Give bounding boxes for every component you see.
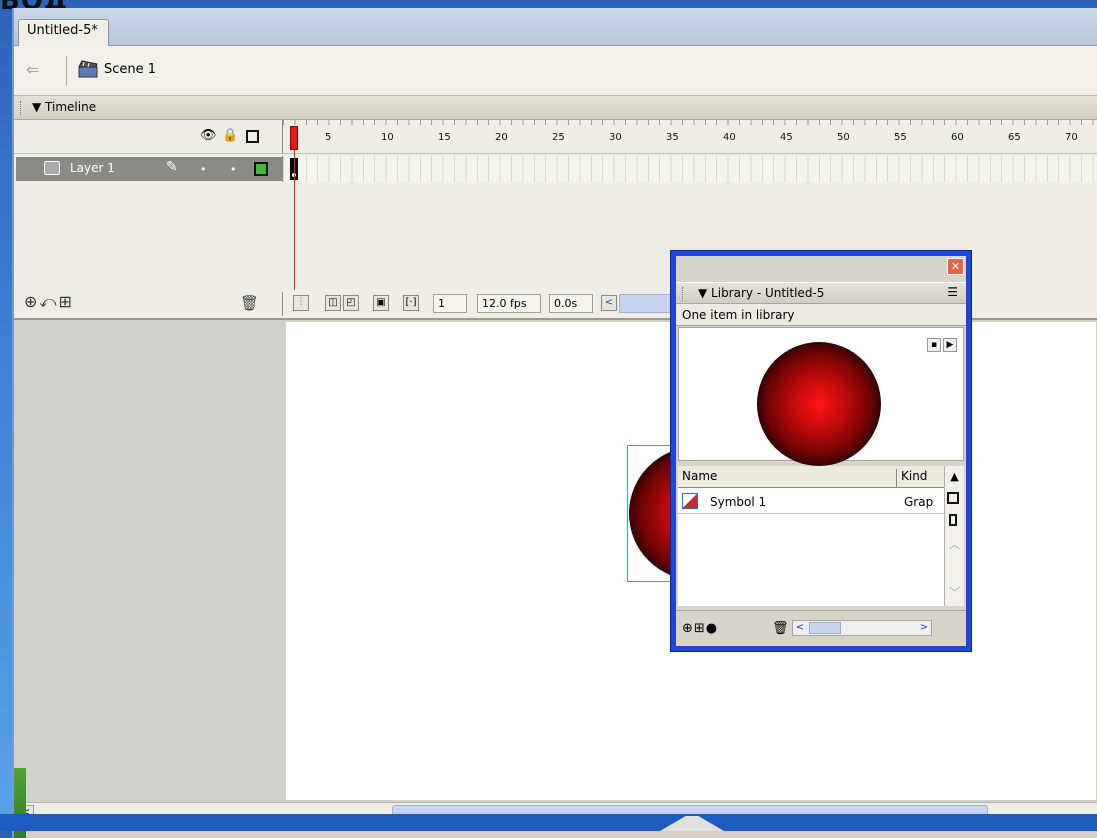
tick-label: 30 <box>609 132 622 143</box>
narrow-state-icon[interactable] <box>949 514 957 526</box>
library-hscroll-thumb[interactable] <box>809 622 841 634</box>
edit-multiple-frames-icon[interactable]: ▣ <box>373 295 389 311</box>
graphic-symbol-icon <box>682 493 698 509</box>
document-tab[interactable]: Untitled-5* <box>18 19 109 47</box>
timeline-panel-header[interactable]: ▼ Timeline <box>14 96 1097 120</box>
library-hscrollbar[interactable]: < > <box>792 620 932 636</box>
library-footer: ⊕⊞● 🗑 < > <box>676 610 966 646</box>
scroll-left-icon[interactable]: < <box>793 621 807 635</box>
visibility-dot[interactable]: • <box>200 163 207 176</box>
tick-label: 45 <box>780 132 793 143</box>
library-item-count: One item in library <box>676 304 966 326</box>
scroll-right-icon[interactable]: > <box>917 621 931 635</box>
tick-label: 65 <box>1008 132 1021 143</box>
frame-rate-field[interactable]: 12.0 fps <box>477 294 541 313</box>
lock-icon[interactable]: 🔒 <box>222 128 238 144</box>
tick-label: 5 <box>325 132 332 143</box>
library-preview: ▪ ▶ <box>678 327 964 466</box>
library-column-header: Name Kind <box>678 466 964 488</box>
modify-onion-markers-icon[interactable]: [·] <box>403 295 419 311</box>
document-tab-bar: Untitled-5* <box>14 8 1097 47</box>
taskbar-strip <box>0 814 1097 831</box>
library-title[interactable]: ▼ Library - Untitled-5 <box>698 286 824 300</box>
list-item[interactable]: Symbol 1 Grap <box>678 490 944 514</box>
column-name[interactable]: Name <box>682 469 717 483</box>
playhead-line <box>294 150 295 290</box>
library-title-label: Library - Untitled-5 <box>711 286 825 300</box>
delete-icon[interactable]: 🗑 <box>772 621 789 636</box>
frame-cells[interactable] <box>282 156 1097 182</box>
layer-name[interactable]: Layer 1 <box>70 161 115 175</box>
tick-label: 10 <box>381 132 394 143</box>
stop-icon[interactable]: ▪ <box>927 338 941 352</box>
close-icon[interactable]: ✕ <box>947 258 964 275</box>
timeline-title[interactable]: ▼ Timeline <box>32 100 96 114</box>
tick-label: 50 <box>837 132 850 143</box>
tick-label: 70 <box>1065 132 1078 143</box>
delete-layer-icon[interactable]: 🗑 <box>240 294 259 312</box>
elapsed-time-field: 0.0s <box>549 294 593 313</box>
timeline-title-label: Timeline <box>45 100 97 114</box>
library-vscrollbar[interactable]: ▲ ︿ ﹀ <box>944 466 964 606</box>
scene-name[interactable]: Scene 1 <box>104 62 156 77</box>
library-panel: ✕ ▼ Library - Untitled-5 ☰ One item in l… <box>670 250 972 652</box>
onion-skin-icon[interactable]: ◫ <box>325 295 341 311</box>
back-arrow-icon[interactable]: ⇐ <box>26 60 39 79</box>
library-body: ✕ ▼ Library - Untitled-5 ☰ One item in l… <box>676 256 966 646</box>
playhead[interactable] <box>290 126 298 150</box>
symbol-kind: Grap <box>904 495 934 509</box>
layer-row[interactable]: Layer 1 ✎ • • <box>16 157 282 181</box>
edit-bar: ⇐ Scene 1 <box>14 46 1097 96</box>
scroll-down-icon[interactable]: ﹀ <box>947 586 962 601</box>
preview-controls: ▪ ▶ <box>927 338 957 352</box>
taskbar-tab <box>660 816 724 831</box>
layer-header: 👁 🔒 <box>14 120 282 154</box>
tick-label: 60 <box>951 132 964 143</box>
lock-dot[interactable]: • <box>230 163 237 176</box>
current-frame-field: 1 <box>433 294 467 313</box>
layer-outline-color[interactable] <box>254 162 268 176</box>
library-list: Symbol 1 Grap <box>678 488 944 606</box>
tick-label: 35 <box>666 132 679 143</box>
flash-app-window: Untitled-5* ⇐ Scene 1 ▼ Timeline 👁 🔒 1 5… <box>12 8 1097 838</box>
wide-state-icon[interactable] <box>947 492 959 504</box>
options-menu-icon[interactable]: ☰ <box>947 285 958 299</box>
onion-outline-icon[interactable]: ◰ <box>343 295 359 311</box>
tick-label: 15 <box>438 132 451 143</box>
new-symbol-folder-properties-icons[interactable]: ⊕⊞● <box>682 621 718 636</box>
layer-icon <box>44 161 60 175</box>
symbol-name: Symbol 1 <box>710 495 767 509</box>
pencil-icon: ✎ <box>166 159 178 175</box>
eye-icon[interactable]: 👁 <box>200 128 217 144</box>
play-icon[interactable]: ▶ <box>943 338 957 352</box>
sort-order-icon[interactable]: ▲ <box>947 470 962 485</box>
scene-clapper-icon <box>78 60 98 78</box>
panel-grip[interactable] <box>682 287 685 301</box>
tick-label: 40 <box>723 132 736 143</box>
toolbar-separator <box>66 56 67 86</box>
panel-grip[interactable] <box>20 101 23 115</box>
scroll-left-icon[interactable]: < <box>601 295 617 311</box>
scroll-up-icon[interactable]: ︿ <box>947 538 962 553</box>
frame-ruler[interactable]: 1 5 10 15 20 25 30 35 40 45 50 55 60 65 … <box>282 120 1097 154</box>
preview-red-circle <box>757 342 881 466</box>
add-layer-tools[interactable]: ⊕⤺⊞ <box>24 292 74 312</box>
tick-label: 55 <box>894 132 907 143</box>
column-kind[interactable]: Kind <box>896 469 927 487</box>
tick-label: 20 <box>495 132 508 143</box>
tick-label: 25 <box>552 132 565 143</box>
center-frame-icon[interactable]: ⫶ <box>293 295 309 311</box>
outline-icon[interactable] <box>246 130 259 143</box>
library-header[interactable]: ▼ Library - Untitled-5 ☰ <box>676 282 966 304</box>
